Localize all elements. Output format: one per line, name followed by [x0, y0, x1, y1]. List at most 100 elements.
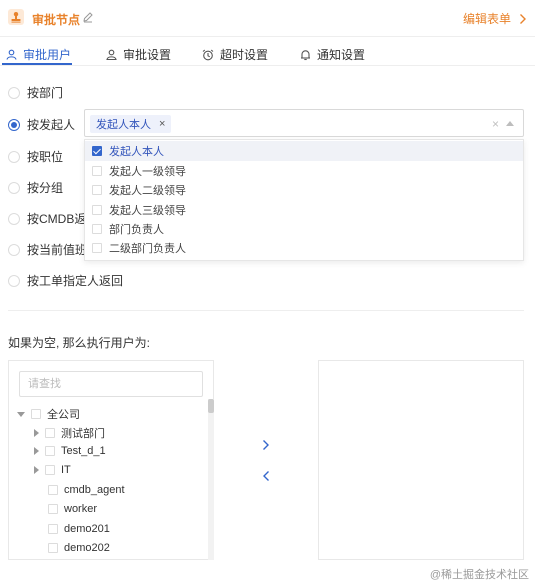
- radio-by-initiator[interactable]: 按发起人: [8, 116, 75, 133]
- option-label: 发起人二级领导: [109, 185, 186, 197]
- edit-pencil-icon[interactable]: [82, 11, 94, 26]
- option-label: 部门负责人: [109, 224, 164, 236]
- transfer-target-panel: [318, 360, 524, 560]
- radio-label: 按分组: [27, 181, 64, 195]
- scrollbar-thumb[interactable]: [208, 399, 214, 413]
- checkbox[interactable]: [92, 205, 102, 215]
- tree-node-test-d-1[interactable]: Test_d_1: [34, 445, 106, 457]
- tab-approval-users[interactable]: 审批用户: [6, 46, 71, 63]
- tab-label: 超时设置: [220, 48, 269, 62]
- node-header: 审批节点 编辑表单: [0, 0, 535, 37]
- radio-button[interactable]: [8, 150, 20, 163]
- radio-button[interactable]: [8, 243, 20, 256]
- caret-right-icon[interactable]: [34, 466, 39, 474]
- tab-notification-settings[interactable]: 通知设置: [300, 46, 365, 63]
- option-initiator-self[interactable]: 发起人本人: [85, 141, 523, 161]
- option-label: 发起人本人: [109, 146, 164, 158]
- tree-node-company[interactable]: 全公司: [17, 406, 80, 422]
- caret-right-icon[interactable]: [34, 447, 39, 455]
- select-dropdown: 发起人本人 发起人一级领导 发起人二级领导 发起人三级领导 部门负责人 二级部门…: [84, 139, 524, 261]
- radio-button[interactable]: [8, 212, 20, 225]
- tab-label: 审批设置: [123, 48, 172, 62]
- tree-node-it[interactable]: IT: [34, 464, 71, 476]
- radio-by-position[interactable]: 按职位: [8, 148, 63, 165]
- radio-by-department[interactable]: 按部门: [8, 84, 63, 101]
- scrollbar[interactable]: [208, 399, 214, 560]
- alarm-clock-icon: [202, 49, 214, 60]
- option-third-level-leader[interactable]: 发起人三级领导: [85, 200, 523, 220]
- checkbox[interactable]: [92, 243, 102, 253]
- radio-label: 按当前值班: [27, 243, 88, 257]
- chevron-left-icon: [263, 471, 269, 481]
- radio-by-current-duty[interactable]: 按当前值班: [8, 241, 87, 258]
- checkbox[interactable]: [31, 409, 41, 419]
- option-second-department-head[interactable]: 二级部门负责人: [85, 238, 523, 258]
- tab-approval-settings[interactable]: 审批设置: [106, 46, 171, 63]
- empty-fallback-label: 如果为空, 那么执行用户为:: [8, 336, 151, 350]
- bell-icon: [301, 49, 310, 60]
- checkbox[interactable]: [48, 524, 58, 534]
- option-department-head[interactable]: 部门负责人: [85, 219, 523, 239]
- tree-node-worker[interactable]: worker: [34, 503, 97, 515]
- radio-label: 按部门: [27, 86, 64, 100]
- checkbox[interactable]: [45, 465, 55, 475]
- checkbox[interactable]: [92, 224, 102, 234]
- transfer-source-panel: 请查找 全公司 测试部门 Test_d_1 IT cmdb_agent work…: [8, 360, 214, 560]
- option-second-level-leader[interactable]: 发起人二级领导: [85, 180, 523, 200]
- approval-stamp-icon: [8, 9, 24, 25]
- radio-button[interactable]: [8, 274, 20, 287]
- active-tab-indicator: [2, 63, 72, 65]
- tree-node-test-dept[interactable]: 测试部门: [34, 425, 105, 441]
- option-first-level-leader[interactable]: 发起人一级领导: [85, 161, 523, 181]
- tag-label: 发起人本人: [96, 119, 151, 131]
- checkbox[interactable]: [45, 446, 55, 456]
- search-input[interactable]: 请查找: [19, 371, 203, 397]
- checkbox[interactable]: [92, 166, 102, 176]
- option-label: 二级部门负责人: [109, 243, 186, 255]
- option-label: 发起人三级领导: [109, 205, 186, 217]
- tag-close-icon[interactable]: ×: [159, 118, 165, 130]
- tree-node-cmdb-agent[interactable]: cmdb_agent: [34, 484, 125, 496]
- chevron-right-icon: [520, 13, 526, 24]
- tab-label: 通知设置: [317, 48, 366, 62]
- checkbox[interactable]: [48, 504, 58, 514]
- user-settings-icon: [106, 49, 117, 60]
- radio-label: 按工单指定人返回: [27, 274, 124, 288]
- selected-tag: 发起人本人 ×: [90, 115, 172, 133]
- tree-node-label: demo202: [64, 542, 110, 554]
- tree-node-label: Test_d_1: [61, 445, 106, 457]
- tree-node-demo202[interactable]: demo202: [34, 542, 110, 554]
- radio-label: 按职位: [27, 150, 64, 164]
- tree-node-label: cmdb_agent: [64, 484, 125, 496]
- edit-form-link[interactable]: 编辑表单: [463, 10, 527, 27]
- tree-node-demo201[interactable]: demo201: [34, 523, 110, 535]
- radio-button[interactable]: [8, 181, 20, 194]
- clear-icon[interactable]: ×: [492, 117, 499, 131]
- user-icon: [6, 49, 17, 60]
- radio-button[interactable]: [8, 118, 20, 131]
- checkbox[interactable]: [92, 146, 102, 156]
- radio-by-ticket-assignee[interactable]: 按工单指定人返回: [8, 272, 123, 289]
- checkbox[interactable]: [48, 485, 58, 495]
- checkbox[interactable]: [92, 185, 102, 195]
- tree-node-label: demo201: [64, 523, 110, 535]
- edit-form-label: 编辑表单: [462, 12, 511, 26]
- move-left-button[interactable]: [258, 468, 274, 484]
- tree-node-label: worker: [64, 503, 98, 515]
- caret-right-icon[interactable]: [34, 429, 39, 437]
- checkbox[interactable]: [45, 428, 55, 438]
- radio-by-group[interactable]: 按分组: [8, 179, 63, 196]
- chevron-right-icon: [263, 440, 269, 450]
- tab-bar: 审批用户 审批设置 超时设置 通知设置: [0, 38, 535, 66]
- caret-up-icon[interactable]: [506, 121, 514, 126]
- radio-button[interactable]: [8, 86, 20, 99]
- initiator-select[interactable]: 发起人本人 × ×: [84, 109, 524, 137]
- tree-node-label: IT: [61, 464, 71, 476]
- tab-label: 审批用户: [23, 48, 72, 62]
- caret-down-icon[interactable]: [17, 411, 25, 417]
- checkbox[interactable]: [48, 543, 58, 553]
- section-divider: [8, 310, 524, 311]
- node-title: 审批节点: [32, 13, 81, 27]
- tab-timeout-settings[interactable]: 超时设置: [202, 46, 268, 63]
- move-right-button[interactable]: [258, 437, 274, 453]
